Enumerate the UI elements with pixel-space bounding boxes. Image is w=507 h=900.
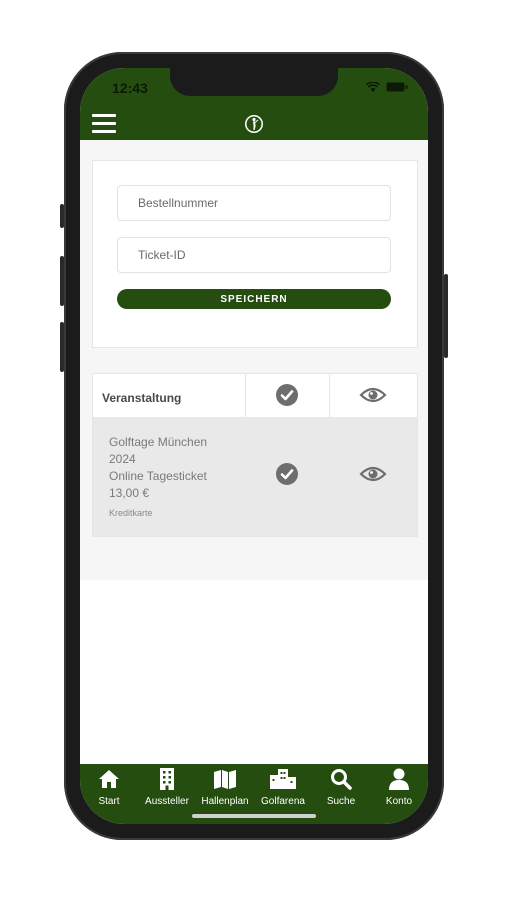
payment-method: Kreditkarte [109,508,153,518]
city-icon [270,768,296,794]
column-divider [245,374,246,417]
hamburger-menu-icon[interactable] [92,114,116,134]
mute-switch [60,204,64,228]
tab-suche[interactable]: Suche [312,768,370,807]
main-content: SPEICHERN Veranstaltung Golftage München… [80,140,428,764]
search-icon [330,768,352,795]
home-icon [98,769,120,794]
tab-label: Suche [326,796,356,807]
tab-hallenplan[interactable]: Hallenplan [196,769,254,807]
user-icon [389,768,409,795]
volume-up-button [60,256,64,306]
status-icons [366,82,408,92]
building-icon [159,767,175,795]
tab-golfarena[interactable]: Golfarena [254,768,312,807]
check-circle-icon[interactable] [275,462,299,486]
golfer-logo-icon [244,114,264,134]
home-indicator [192,814,316,818]
app-screen: 12:43 SPEICHERN [80,68,428,824]
tab-start[interactable]: Start [80,769,138,807]
eye-icon[interactable] [359,462,387,486]
eye-icon [359,383,387,407]
table-header: Veranstaltung [93,374,417,417]
tickets-table: Veranstaltung Golftage München 2024 Onli… [92,373,418,537]
volume-down-button [60,322,64,372]
ticket-type: Online Tagesticket [109,469,207,483]
tab-label: Konto [385,796,413,807]
event-cell: Golftage München 2024 Online Tagesticket… [109,434,207,520]
tab-konto[interactable]: Konto [370,768,428,807]
notch [170,68,338,96]
order-number-input[interactable] [117,185,391,221]
tab-label: Aussteller [145,796,189,807]
power-button [444,274,448,358]
ticket-price: 13,00 € [109,486,150,500]
tab-label: Golfarena [261,796,305,807]
wifi-icon [366,82,380,92]
map-icon [213,769,237,794]
event-name: Golftage München [109,435,208,449]
battery-icon [386,82,408,92]
ticket-id-input[interactable] [117,237,391,273]
tab-aussteller[interactable]: Aussteller [138,767,196,807]
check-circle-icon [275,383,299,407]
status-time: 12:43 [112,80,148,96]
table-row[interactable]: Golftage München 2024 Online Tagesticket… [93,417,417,536]
tab-label: Hallenplan [201,796,249,807]
app-header: 12:43 [80,68,428,140]
tab-label: Start [98,796,120,807]
ticket-form-card: SPEICHERN [92,160,418,348]
save-button[interactable]: SPEICHERN [117,289,391,309]
header-event-label: Veranstaltung [102,391,182,405]
event-year: 2024 [109,452,136,466]
